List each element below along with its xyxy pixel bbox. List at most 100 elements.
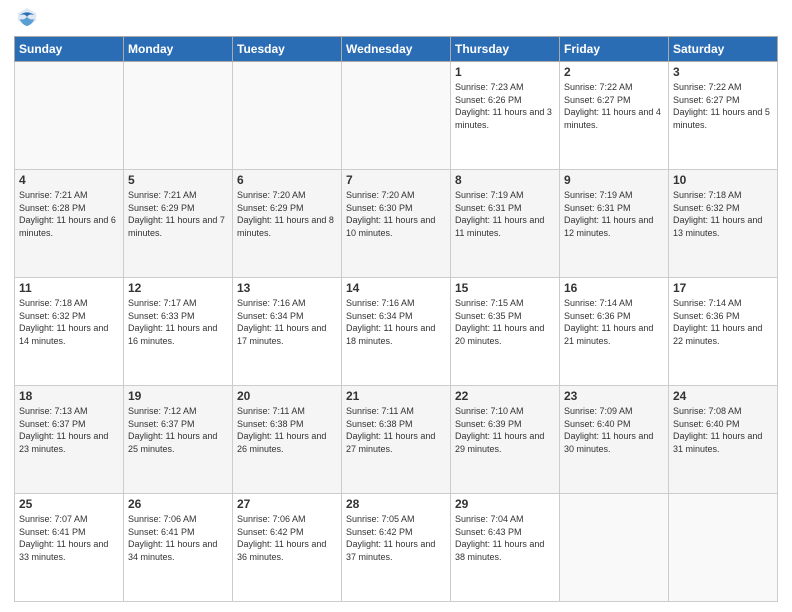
header [14, 10, 778, 28]
calendar-cell: 16 Sunrise: 7:14 AMSunset: 6:36 PMDayligh… [560, 278, 669, 386]
day-number: 4 [19, 173, 119, 187]
calendar-cell [560, 494, 669, 602]
calendar-header-saturday: Saturday [669, 37, 778, 62]
cell-info: Sunrise: 7:05 AMSunset: 6:42 PMDaylight:… [346, 513, 446, 563]
calendar-cell [342, 62, 451, 170]
cell-info: Sunrise: 7:17 AMSunset: 6:33 PMDaylight:… [128, 297, 228, 347]
calendar-cell: 24 Sunrise: 7:08 AMSunset: 6:40 PMDayligh… [669, 386, 778, 494]
calendar-header-friday: Friday [560, 37, 669, 62]
calendar-cell: 25 Sunrise: 7:07 AMSunset: 6:41 PMDayligh… [15, 494, 124, 602]
calendar-cell: 1 Sunrise: 7:23 AMSunset: 6:26 PMDaylight… [451, 62, 560, 170]
day-number: 7 [346, 173, 446, 187]
cell-info: Sunrise: 7:16 AMSunset: 6:34 PMDaylight:… [237, 297, 337, 347]
cell-info: Sunrise: 7:19 AMSunset: 6:31 PMDaylight:… [564, 189, 664, 239]
cell-info: Sunrise: 7:06 AMSunset: 6:41 PMDaylight:… [128, 513, 228, 563]
calendar-cell [669, 494, 778, 602]
calendar-cell: 15 Sunrise: 7:15 AMSunset: 6:35 PMDayligh… [451, 278, 560, 386]
calendar-cell: 18 Sunrise: 7:13 AMSunset: 6:37 PMDayligh… [15, 386, 124, 494]
calendar-cell: 2Sunrise: 7:22 AMSunset: 6:27 PMDaylight… [560, 62, 669, 170]
day-number: 10 [673, 173, 773, 187]
cell-info: Sunrise: 7:08 AMSunset: 6:40 PMDaylight:… [673, 405, 773, 455]
day-number: 14 [346, 281, 446, 295]
calendar-cell: 12Sunrise: 7:17 AMSunset: 6:33 PMDayligh… [124, 278, 233, 386]
calendar-cell: 6 Sunrise: 7:20 AMSunset: 6:29 PMDaylight… [233, 170, 342, 278]
cell-info: Sunrise: 7:22 AMSunset: 6:27 PMDaylight:… [673, 81, 773, 131]
calendar-header-wednesday: Wednesday [342, 37, 451, 62]
calendar-cell [124, 62, 233, 170]
day-number: 29 [455, 497, 555, 511]
cell-info: Sunrise: 7:13 AMSunset: 6:37 PMDaylight:… [19, 405, 119, 455]
cell-info: Sunrise: 7:11 AMSunset: 6:38 PMDaylight:… [237, 405, 337, 455]
calendar-header-thursday: Thursday [451, 37, 560, 62]
day-number: 28 [346, 497, 446, 511]
calendar-cell: 29 Sunrise: 7:04 AMSunset: 6:43 PMDayligh… [451, 494, 560, 602]
cell-info: Sunrise: 7:23 AMSunset: 6:26 PMDaylight:… [455, 81, 555, 131]
calendar-cell [233, 62, 342, 170]
day-number: 17 [673, 281, 773, 295]
day-number: 23 [564, 389, 664, 403]
day-number: 20 [237, 389, 337, 403]
day-number: 25 [19, 497, 119, 511]
cell-info: Sunrise: 7:20 AMSunset: 6:30 PMDaylight:… [346, 189, 446, 239]
day-number: 5 [128, 173, 228, 187]
cell-info: Sunrise: 7:20 AMSunset: 6:29 PMDaylight:… [237, 189, 337, 239]
calendar-cell: 11 Sunrise: 7:18 AMSunset: 6:32 PMDayligh… [15, 278, 124, 386]
day-number: 16 [564, 281, 664, 295]
day-number: 3 [673, 65, 773, 79]
calendar-header-tuesday: Tuesday [233, 37, 342, 62]
day-number: 27 [237, 497, 337, 511]
day-number: 1 [455, 65, 555, 79]
cell-info: Sunrise: 7:07 AMSunset: 6:41 PMDaylight:… [19, 513, 119, 563]
page: SundayMondayTuesdayWednesdayThursdayFrid… [0, 0, 792, 612]
calendar-table: SundayMondayTuesdayWednesdayThursdayFrid… [14, 36, 778, 602]
day-number: 13 [237, 281, 337, 295]
calendar-header-sunday: Sunday [15, 37, 124, 62]
calendar-cell: 28 Sunrise: 7:05 AMSunset: 6:42 PMDayligh… [342, 494, 451, 602]
calendar-cell: 26 Sunrise: 7:06 AMSunset: 6:41 PMDayligh… [124, 494, 233, 602]
cell-info: Sunrise: 7:12 AMSunset: 6:37 PMDaylight:… [128, 405, 228, 455]
calendar-cell: 20 Sunrise: 7:11 AMSunset: 6:38 PMDayligh… [233, 386, 342, 494]
cell-info: Sunrise: 7:10 AMSunset: 6:39 PMDaylight:… [455, 405, 555, 455]
calendar-header-row: SundayMondayTuesdayWednesdayThursdayFrid… [15, 37, 778, 62]
calendar-cell [15, 62, 124, 170]
calendar-week-row: 1 Sunrise: 7:23 AMSunset: 6:26 PMDaylight… [15, 62, 778, 170]
calendar-cell: 7 Sunrise: 7:20 AMSunset: 6:30 PMDaylight… [342, 170, 451, 278]
cell-info: Sunrise: 7:06 AMSunset: 6:42 PMDaylight:… [237, 513, 337, 563]
calendar-cell: 3 Sunrise: 7:22 AMSunset: 6:27 PMDaylight… [669, 62, 778, 170]
calendar-week-row: 18 Sunrise: 7:13 AMSunset: 6:37 PMDayligh… [15, 386, 778, 494]
day-number: 6 [237, 173, 337, 187]
day-number: 18 [19, 389, 119, 403]
calendar-cell: 14 Sunrise: 7:16 AMSunset: 6:34 PMDayligh… [342, 278, 451, 386]
calendar-week-row: 4Sunrise: 7:21 AMSunset: 6:28 PMDaylight… [15, 170, 778, 278]
cell-info: Sunrise: 7:15 AMSunset: 6:35 PMDaylight:… [455, 297, 555, 347]
cell-info: Sunrise: 7:19 AMSunset: 6:31 PMDaylight:… [455, 189, 555, 239]
day-number: 9 [564, 173, 664, 187]
cell-info: Sunrise: 7:21 AMSunset: 6:29 PMDaylight:… [128, 189, 228, 239]
calendar-cell: 5 Sunrise: 7:21 AMSunset: 6:29 PMDaylight… [124, 170, 233, 278]
day-number: 26 [128, 497, 228, 511]
calendar-cell: 13 Sunrise: 7:16 AMSunset: 6:34 PMDayligh… [233, 278, 342, 386]
calendar-week-row: 11 Sunrise: 7:18 AMSunset: 6:32 PMDayligh… [15, 278, 778, 386]
calendar-cell: 10Sunrise: 7:18 AMSunset: 6:32 PMDayligh… [669, 170, 778, 278]
cell-info: Sunrise: 7:14 AMSunset: 6:36 PMDaylight:… [564, 297, 664, 347]
cell-info: Sunrise: 7:04 AMSunset: 6:43 PMDaylight:… [455, 513, 555, 563]
calendar-cell: 8Sunrise: 7:19 AMSunset: 6:31 PMDaylight… [451, 170, 560, 278]
logo-icon [16, 6, 38, 28]
day-number: 11 [19, 281, 119, 295]
calendar-cell: 22 Sunrise: 7:10 AMSunset: 6:39 PMDayligh… [451, 386, 560, 494]
calendar-cell: 4Sunrise: 7:21 AMSunset: 6:28 PMDaylight… [15, 170, 124, 278]
cell-info: Sunrise: 7:16 AMSunset: 6:34 PMDaylight:… [346, 297, 446, 347]
cell-info: Sunrise: 7:09 AMSunset: 6:40 PMDaylight:… [564, 405, 664, 455]
cell-info: Sunrise: 7:11 AMSunset: 6:38 PMDaylight:… [346, 405, 446, 455]
calendar-cell: 23 Sunrise: 7:09 AMSunset: 6:40 PMDayligh… [560, 386, 669, 494]
calendar-week-row: 25 Sunrise: 7:07 AMSunset: 6:41 PMDayligh… [15, 494, 778, 602]
day-number: 15 [455, 281, 555, 295]
day-number: 21 [346, 389, 446, 403]
day-number: 24 [673, 389, 773, 403]
cell-info: Sunrise: 7:18 AMSunset: 6:32 PMDaylight:… [19, 297, 119, 347]
day-number: 22 [455, 389, 555, 403]
day-number: 19 [128, 389, 228, 403]
cell-info: Sunrise: 7:22 AMSunset: 6:27 PMDaylight:… [564, 81, 664, 131]
calendar-header-monday: Monday [124, 37, 233, 62]
logo [14, 10, 38, 28]
